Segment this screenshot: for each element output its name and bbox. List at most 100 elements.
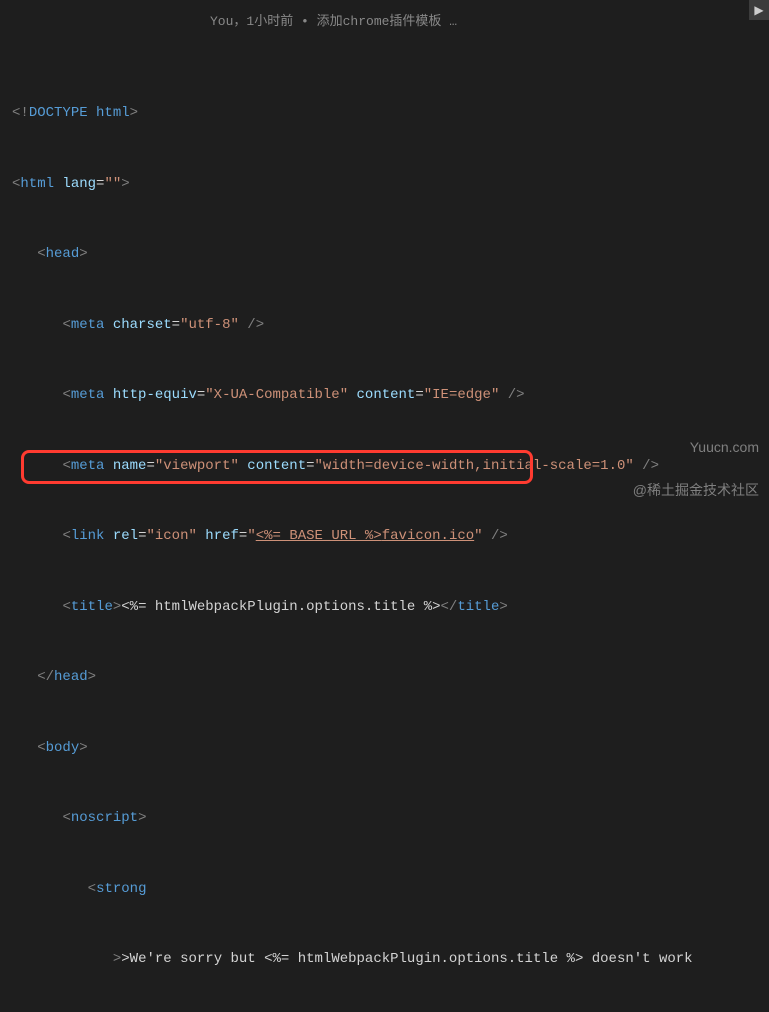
tag: body xyxy=(46,740,80,756)
punct: = xyxy=(239,528,247,544)
attr: charset xyxy=(104,317,171,333)
indent xyxy=(37,951,62,967)
indent xyxy=(37,810,62,826)
code-editor[interactable]: You，1小时前 • 添加chrome插件模板 … <!DOCTYPE html… xyxy=(0,0,769,1012)
indent xyxy=(37,317,62,333)
punct: = xyxy=(415,387,423,403)
indent xyxy=(12,669,37,685)
keyword: DOCTYPE xyxy=(29,105,88,121)
tag: head xyxy=(54,669,88,685)
tag: noscript xyxy=(71,810,138,826)
punct: = xyxy=(146,458,154,474)
punct: < xyxy=(37,246,45,262)
punct: = xyxy=(172,317,180,333)
punct: <! xyxy=(12,105,29,121)
indent xyxy=(88,951,113,967)
tag: meta xyxy=(71,387,105,403)
indent xyxy=(37,599,62,615)
indent xyxy=(12,951,37,967)
attr: http-equiv xyxy=(104,387,196,403)
string: "viewport" xyxy=(155,458,239,474)
punct: /> xyxy=(634,458,659,474)
punct: < xyxy=(62,387,70,403)
code-line: <link rel="icon" href="<%= BASE_URL %>fa… xyxy=(12,525,757,549)
code-line: <meta charset="utf-8" /> xyxy=(12,314,757,338)
punct: > xyxy=(138,810,146,826)
code-line: <noscript> xyxy=(12,807,757,831)
indent xyxy=(37,528,62,544)
indent xyxy=(12,599,37,615)
attr: href xyxy=(197,528,239,544)
punct: = xyxy=(138,528,146,544)
tag: meta xyxy=(71,317,105,333)
watermark-top: Yuucn.com xyxy=(690,439,759,455)
indent xyxy=(12,740,37,756)
punct: < xyxy=(62,599,70,615)
code-line: <meta name="viewport" content="width=dev… xyxy=(12,455,757,479)
keyword: html xyxy=(88,105,130,121)
tag: link xyxy=(71,528,105,544)
string: " xyxy=(474,528,482,544)
attr: rel xyxy=(104,528,138,544)
tag: head xyxy=(46,246,80,262)
punct: > xyxy=(130,105,138,121)
indent xyxy=(12,881,37,897)
punct: > xyxy=(79,740,87,756)
code-line: <body> xyxy=(12,737,757,761)
punct: > xyxy=(121,176,129,192)
attr: name xyxy=(104,458,146,474)
code-line: <!DOCTYPE html> xyxy=(12,102,757,126)
indent xyxy=(37,387,62,403)
indent xyxy=(37,458,62,474)
indent xyxy=(12,528,37,544)
punct: </ xyxy=(441,599,458,615)
code-line: <html lang=""> xyxy=(12,173,757,197)
tag: strong xyxy=(96,881,146,897)
punct: < xyxy=(62,810,70,826)
punct: /> xyxy=(483,528,508,544)
punct: < xyxy=(37,740,45,756)
string: "IE=edge" xyxy=(424,387,500,403)
indent xyxy=(62,951,87,967)
text: <%= htmlWebpackPlugin.options.title %> xyxy=(121,599,440,615)
string: " xyxy=(247,528,255,544)
punct: = xyxy=(306,458,314,474)
punct: /> xyxy=(239,317,264,333)
text: >We're sorry but <%= htmlWebpackPlugin.o… xyxy=(121,951,692,967)
tag: meta xyxy=(71,458,105,474)
string: <%= BASE_URL %> xyxy=(256,528,382,544)
string: "X-UA-Compatible" xyxy=(205,387,348,403)
punct: </ xyxy=(37,669,54,685)
attr: lang xyxy=(54,176,96,192)
indent xyxy=(12,387,37,403)
string: "width=device-width,initial-scale=1.0" xyxy=(315,458,634,474)
indent xyxy=(12,458,37,474)
tag: html xyxy=(20,176,54,192)
git-code-lens[interactable]: You，1小时前 • 添加chrome插件模板 … xyxy=(210,10,457,34)
punct: < xyxy=(62,528,70,544)
punct: > xyxy=(113,951,121,967)
string: "utf-8" xyxy=(180,317,239,333)
code-line: <strong xyxy=(12,878,757,902)
indent xyxy=(12,246,37,262)
code-line: <meta http-equiv = "X-UA-Compatible" conte… xyxy=(12,384,757,408)
punct: < xyxy=(62,458,70,474)
punct: /> xyxy=(499,387,524,403)
attr: content xyxy=(239,458,306,474)
code-line: <head> xyxy=(12,243,757,267)
tag: title xyxy=(71,599,113,615)
punct: < xyxy=(88,881,96,897)
punct: < xyxy=(62,317,70,333)
punct: > xyxy=(88,669,96,685)
indent xyxy=(12,317,37,333)
punct: > xyxy=(113,599,121,615)
indent xyxy=(37,881,62,897)
punct: > xyxy=(499,599,507,615)
code-line: </head> xyxy=(12,666,757,690)
attr: content xyxy=(348,387,415,403)
string: "icon" xyxy=(146,528,196,544)
string: favicon.ico xyxy=(382,528,474,544)
code-line: >>We're sorry but <%= htmlWebpackPlugin.… xyxy=(12,948,757,972)
tag: title xyxy=(457,599,499,615)
indent xyxy=(62,881,87,897)
